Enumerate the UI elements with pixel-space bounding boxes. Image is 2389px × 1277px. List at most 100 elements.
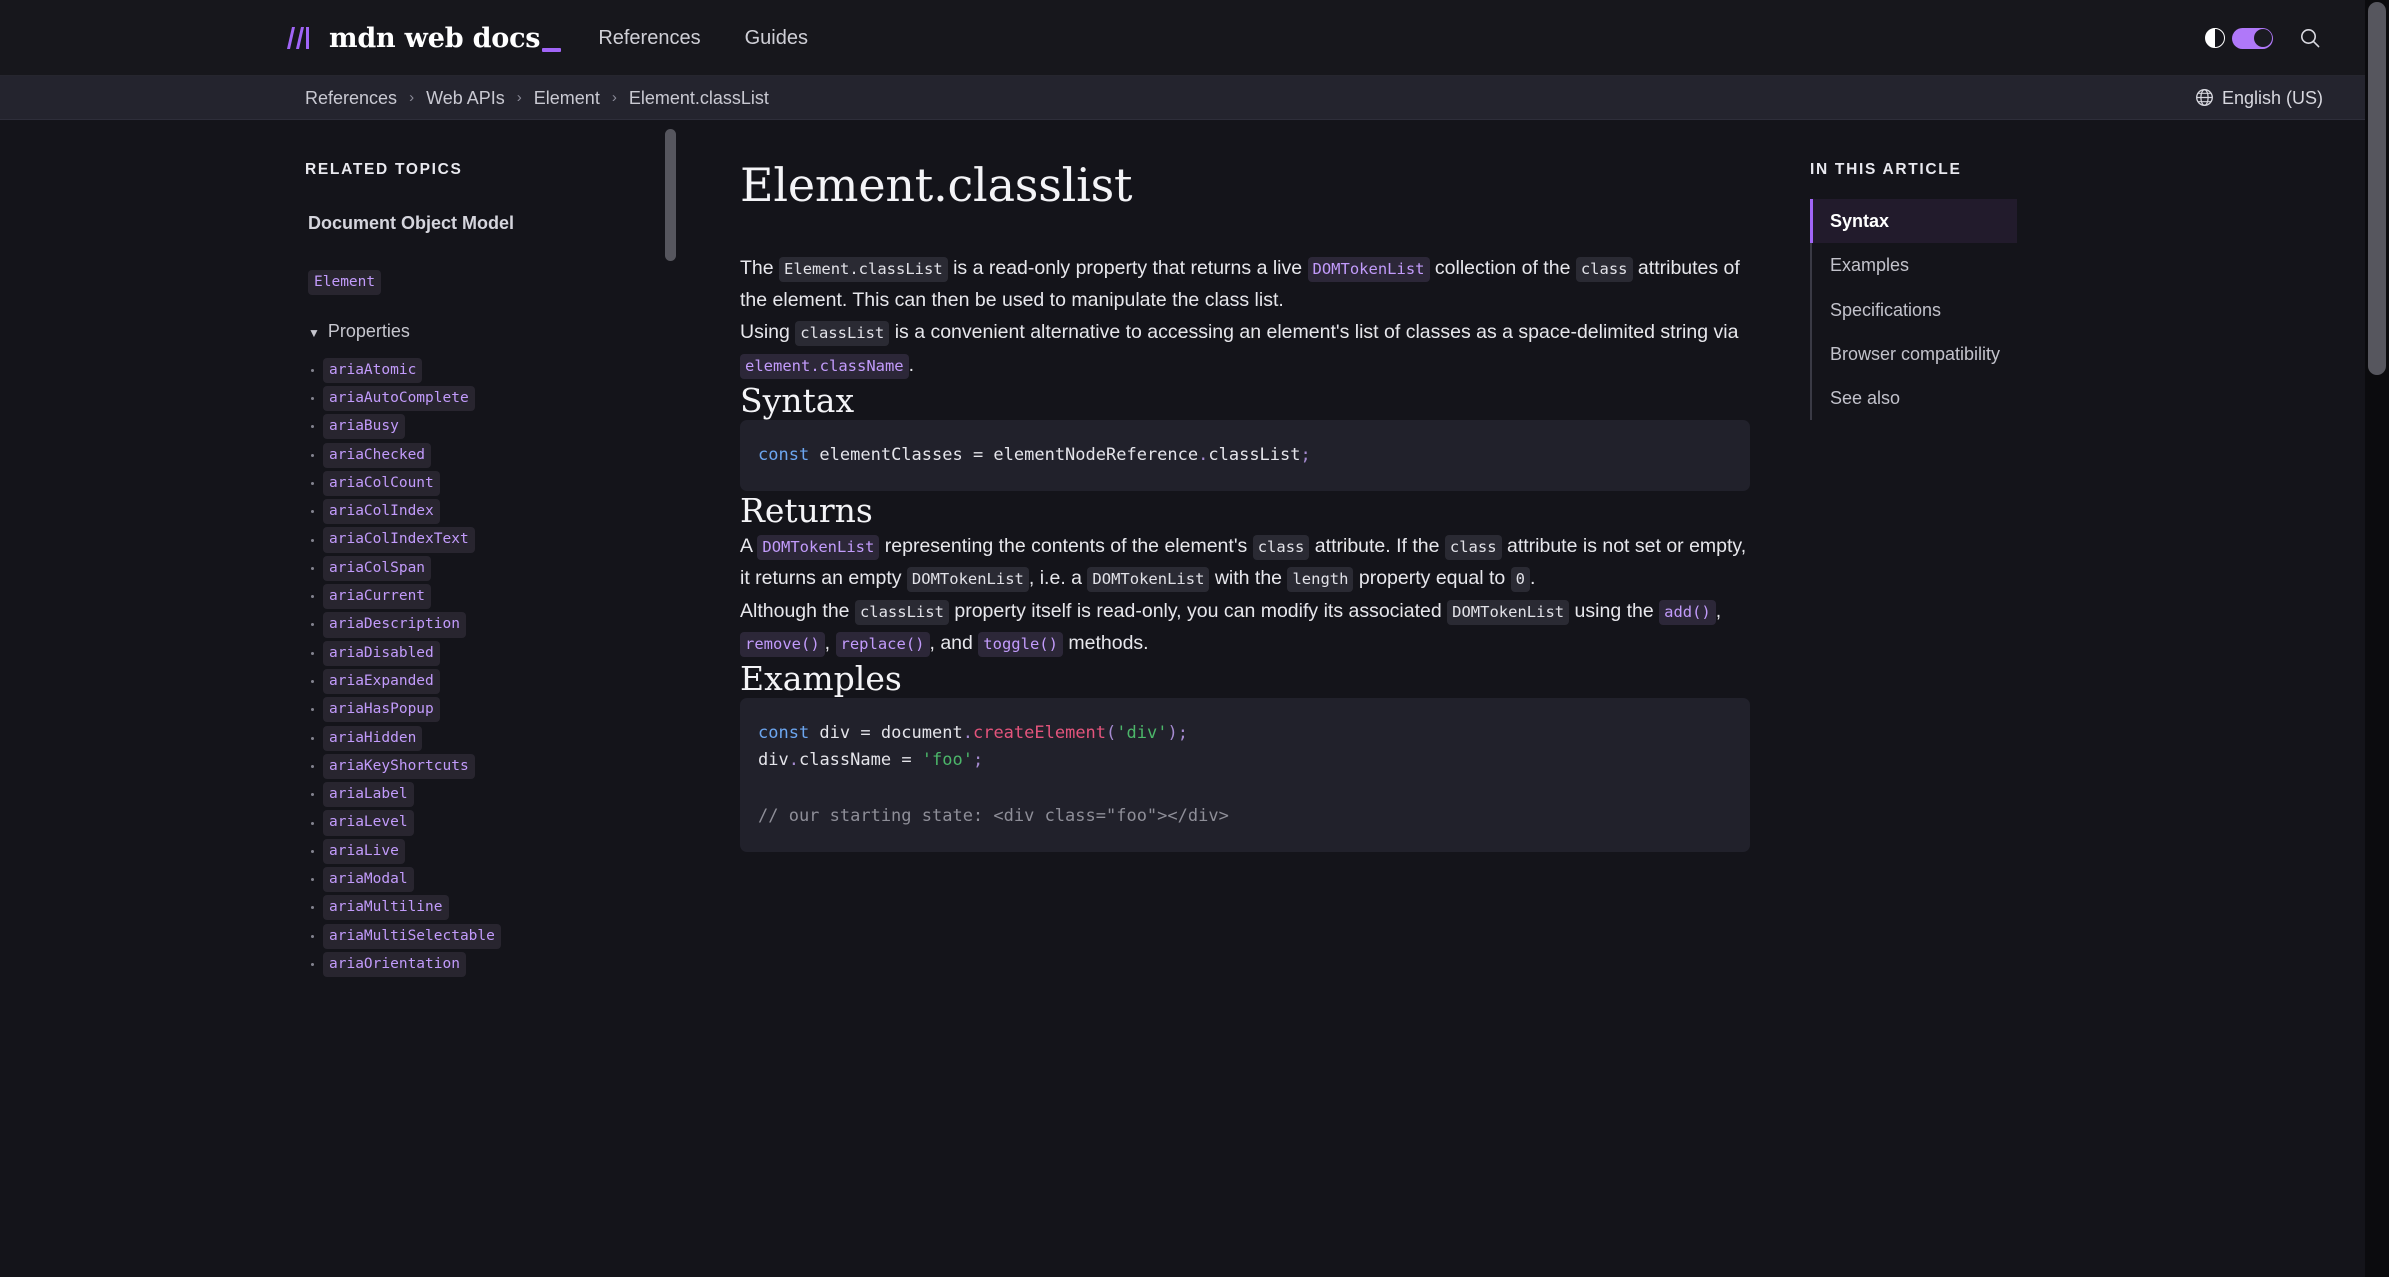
sidebar-item-ariahidden[interactable]: ariaHidden	[323, 725, 423, 751]
text-fragment: collection of the	[1429, 257, 1576, 279]
toc-link-browser-compatibility[interactable]: Browser compatibility	[1812, 332, 2210, 376]
list-item: ariaColIndexText	[305, 526, 680, 554]
bullet-icon	[311, 510, 314, 514]
text-fragment: The	[740, 257, 780, 279]
bullet-icon	[311, 453, 314, 457]
mdn-logo[interactable]: mdn web docs	[284, 24, 562, 52]
breadcrumb-separator: ›	[409, 89, 415, 106]
text-fragment: ,	[824, 631, 836, 654]
list-item: ariaColCount	[305, 469, 680, 497]
toc-item-see-also[interactable]: See also	[1812, 376, 2210, 420]
sidebar-item-ariaorientation[interactable]: ariaOrientation	[323, 951, 466, 978]
breadcrumb-item-references[interactable]: References	[305, 89, 397, 107]
sidebar-item-ariacolspan[interactable]: ariaColSpan	[323, 555, 432, 581]
sidebar-item-element[interactable]: Element	[308, 270, 382, 296]
sidebar-scrollbar-thumb[interactable]	[665, 129, 676, 261]
syntax-code-block: const elementClasses = elementNodeRefere…	[740, 419, 1750, 492]
sidebar-item-arialive[interactable]: ariaLive	[323, 838, 405, 864]
bullet-icon	[311, 623, 314, 627]
sidebar-item-ariaatomic[interactable]: ariaAtomic	[323, 357, 423, 383]
page-scrollbar-thumb[interactable]	[2368, 2, 2386, 375]
list-item: ariaMultiline	[305, 894, 680, 922]
intro-paragraph-1: The Element.classList is a read-only pro…	[740, 252, 1750, 316]
sidebar-item-document-object-model[interactable]: Document Object Model	[308, 213, 680, 234]
toc-item-specifications[interactable]: Specifications	[1812, 288, 2210, 332]
sidebar-item-ariachecked[interactable]: ariaChecked	[323, 442, 432, 468]
inline-code-link-replace[interactable]: replace()	[835, 631, 930, 657]
toc-list: Syntax Examples Specifications Browser c…	[1810, 199, 2210, 421]
toc-item-syntax[interactable]: Syntax	[1810, 199, 2017, 244]
sidebar-item-ariabusy[interactable]: ariaBusy	[323, 414, 405, 440]
code-content: const elementClasses = elementNodeRefere…	[758, 445, 1311, 465]
table-of-contents: IN THIS ARTICLE Syntax Examples Specific…	[1810, 121, 2210, 421]
toc-link-syntax[interactable]: Syntax	[1813, 199, 2017, 243]
search-button[interactable]	[2297, 25, 2323, 51]
bullet-icon	[311, 878, 314, 882]
sidebar-item-arialabel[interactable]: ariaLabel	[323, 782, 414, 808]
toc-item-examples[interactable]: Examples	[1812, 243, 2210, 287]
page-scrollbar[interactable]	[2365, 0, 2389, 1277]
sidebar-item-ariaautocomplete[interactable]: ariaAutoComplete	[323, 386, 475, 412]
inline-code-link-domtokenlist[interactable]: DOMTokenList	[757, 535, 880, 561]
breadcrumb-separator: ›	[611, 89, 617, 106]
sidebar-item-arialevel[interactable]: ariaLevel	[323, 810, 414, 836]
sidebar-item-ariahaspopup[interactable]: ariaHasPopup	[323, 697, 440, 723]
list-item: ariaHasPopup	[305, 696, 680, 724]
toc-link-specifications[interactable]: Specifications	[1812, 288, 2210, 332]
inline-code-link-add[interactable]: add()	[1659, 599, 1716, 625]
bullet-icon	[311, 708, 314, 712]
sidebar-item-ariakeyshortcuts[interactable]: ariaKeyShortcuts	[323, 753, 475, 779]
sidebar-group-properties[interactable]: ▼ Properties	[308, 321, 680, 342]
text-fragment: is a convenient alternative to accessing…	[889, 321, 1739, 344]
inline-code-link-domtokenlist[interactable]: DOMTokenList	[1307, 257, 1430, 282]
mdn-logo-icon	[284, 25, 318, 51]
toc-link-examples[interactable]: Examples	[1812, 243, 2210, 287]
text-fragment: ,	[1715, 599, 1722, 622]
breadcrumb: References › Web APIs › Element › Elemen…	[305, 89, 769, 107]
intro-paragraph-2: Using classList is a convenient alternat…	[740, 316, 1750, 380]
inline-code-link-toggle[interactable]: toggle()	[978, 631, 1063, 657]
inline-code-length: length	[1287, 567, 1354, 593]
inline-code-zero: 0	[1510, 567, 1530, 593]
sidebar: RELATED TOPICS Document Object Model Ele…	[0, 121, 680, 1277]
list-item: ariaModal	[305, 865, 680, 893]
toc-heading: IN THIS ARTICLE	[1810, 161, 1962, 178]
sidebar-item-ariacurrent[interactable]: ariaCurrent	[323, 584, 432, 610]
inline-code-link-remove[interactable]: remove()	[740, 631, 825, 657]
inline-code-link-element-classname[interactable]: element.className	[740, 353, 909, 379]
sidebar-group-label: Properties	[327, 321, 410, 342]
text-fragment: is a read-only property that returns a l…	[947, 257, 1308, 279]
theme-toggle-switch[interactable]	[2232, 27, 2273, 49]
text-fragment: Using	[740, 321, 796, 344]
inline-code-classlist: classList	[795, 321, 890, 347]
nav-item-references[interactable]: References	[598, 28, 700, 48]
sidebar-item-ariadescription[interactable]: ariaDescription	[323, 612, 466, 638]
sidebar-item-ariacolindex[interactable]: ariaColIndex	[323, 499, 440, 525]
sidebar-item-ariamodal[interactable]: ariaModal	[323, 867, 414, 893]
sidebar-scrollbar[interactable]	[664, 121, 677, 1277]
inline-code-domtokenlist: DOMTokenList	[1447, 599, 1570, 625]
list-item: ariaLabel	[305, 781, 680, 809]
toc-link-see-also[interactable]: See also	[1812, 376, 2210, 420]
sidebar-item-ariadisabled[interactable]: ariaDisabled	[323, 640, 440, 666]
theme-toggle[interactable]	[2205, 27, 2273, 49]
list-item: ariaDescription	[305, 611, 680, 639]
breadcrumb-item-web-apis[interactable]: Web APIs	[426, 89, 505, 107]
sidebar-item-ariaexpanded[interactable]: ariaExpanded	[323, 668, 440, 695]
sidebar-item-ariacolcount[interactable]: ariaColCount	[323, 470, 440, 497]
bullet-icon	[311, 368, 314, 372]
toc-item-browser-compatibility[interactable]: Browser compatibility	[1812, 332, 2210, 376]
section-heading-examples: Examples	[740, 658, 902, 698]
nav-item-guides[interactable]: Guides	[745, 28, 808, 48]
token-punctuation: ;	[1300, 444, 1311, 465]
breadcrumb-item-element[interactable]: Element	[534, 89, 600, 107]
inline-code-class: class	[1575, 257, 1633, 282]
bullet-icon	[311, 651, 314, 655]
language-selector[interactable]: English (US)	[2195, 88, 2323, 107]
sidebar-item-ariamultiselectable[interactable]: ariaMultiSelectable	[323, 923, 501, 949]
list-item: ariaColSpan	[305, 554, 680, 582]
sidebar-item-ariamultiline[interactable]: ariaMultiline	[323, 895, 449, 921]
token-text: div	[758, 750, 789, 771]
sidebar-item-ariacolindextext[interactable]: ariaColIndexText	[323, 527, 475, 553]
sidebar-heading: RELATED TOPICS	[305, 161, 463, 178]
